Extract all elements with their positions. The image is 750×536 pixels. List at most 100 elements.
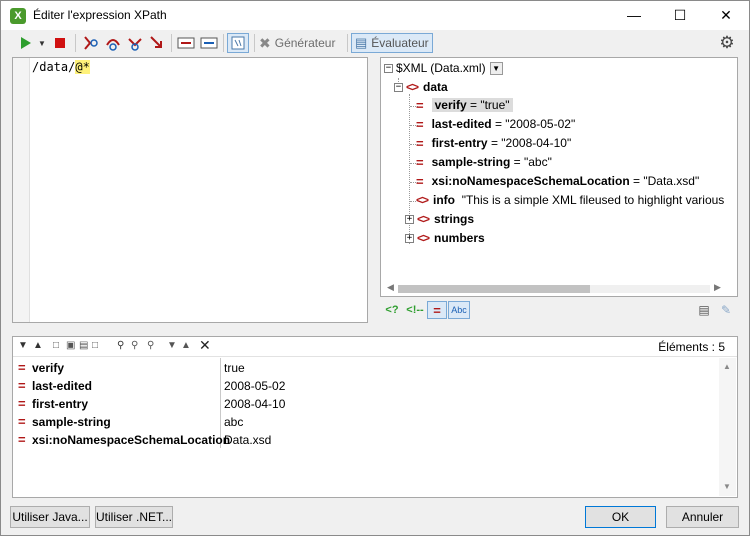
selected-attribute: verify = "true": [431, 98, 513, 112]
use-net-button[interactable]: Utiliser .NET...: [95, 506, 173, 528]
source-dropdown-icon[interactable]: ▼: [489, 61, 503, 75]
break-icon[interactable]: [147, 33, 167, 53]
expand-icon[interactable]: +: [405, 233, 414, 243]
element-name: info: [433, 193, 456, 207]
attribute-value: "2008-05-02": [505, 117, 576, 131]
tree-horizontal-scrollbar[interactable]: ◀ ▶: [384, 282, 724, 295]
processing-instruction-icon[interactable]: <?: [384, 301, 400, 319]
result-name: sample-string: [32, 415, 111, 429]
settings-gear-icon[interactable]: ⚙: [717, 33, 737, 53]
evaluator-label: Évaluateur: [371, 36, 429, 50]
tools-icon: ✖: [259, 34, 271, 51]
attribute-name: verify: [434, 98, 467, 112]
scroll-up-icon[interactable]: ▲: [723, 362, 731, 371]
window-title: Éditer l'expression XPath: [33, 8, 167, 22]
expand-all-icon[interactable]: ▲: [33, 340, 43, 351]
root-label: $XML (Data.xml): [396, 61, 486, 75]
copy-row-icon[interactable]: □: [53, 340, 59, 351]
result-row[interactable]: = sample-string abc: [13, 413, 713, 431]
tree-attribute-row[interactable]: = xsi:noNamespaceSchemaLocation = "Data.…: [416, 172, 699, 190]
attribute-icon: =: [416, 154, 424, 170]
generator-button[interactable]: ✖ Générateur: [259, 33, 343, 53]
element-name: strings: [434, 212, 475, 226]
tree-element-data[interactable]: − <> data: [394, 78, 448, 96]
tree-toolbar: <? <!-- = Abc ▤ ✎: [380, 299, 738, 321]
result-row[interactable]: = first-entry 2008-04-10: [13, 395, 713, 413]
result-value: Data.xsd: [224, 433, 272, 447]
result-row[interactable]: = xsi:noNamespaceSchemaLocation Data.xsd: [13, 431, 713, 449]
result-row[interactable]: = verify true: [13, 359, 713, 377]
evaluator-icon: ▤: [355, 35, 368, 50]
editor-gutter: [13, 58, 30, 322]
minimize-button[interactable]: —: [611, 1, 657, 30]
clear-results-icon[interactable]: ✕: [199, 337, 211, 354]
scroll-down-icon[interactable]: ▼: [723, 482, 731, 491]
tree-attribute-row[interactable]: = sample-string = "abc": [416, 153, 552, 171]
attribute-icon: =: [18, 432, 26, 447]
text-toggle-icon[interactable]: Abc: [448, 301, 470, 319]
find-next-icon[interactable]: ⚲: [147, 340, 154, 351]
attribute-icon: =: [18, 414, 26, 429]
copy-text-icon[interactable]: □: [92, 340, 98, 351]
prev-result-icon[interactable]: ▼: [167, 340, 177, 351]
tracepoint-icon[interactable]: [199, 33, 219, 53]
attribute-icon: =: [416, 116, 424, 132]
use-java-button[interactable]: Utiliser Java...: [10, 506, 90, 528]
xpath-mode-icon[interactable]: [227, 33, 249, 53]
results-vertical-scrollbar[interactable]: ▲ ▼: [719, 358, 736, 496]
copy-xml-icon[interactable]: ▤: [695, 301, 713, 319]
attribute-name: xsi:noNamespaceSchemaLocation: [431, 174, 630, 188]
attribute-icon: =: [416, 97, 424, 113]
xml-tree-view[interactable]: − $XML (Data.xml) ▼ − <> data = verify =…: [380, 57, 738, 297]
collapse-icon[interactable]: −: [384, 63, 393, 73]
collapse-all-icon[interactable]: ▼: [18, 340, 28, 351]
step-out-icon[interactable]: [125, 33, 145, 53]
find-prev-icon[interactable]: ⚲: [131, 340, 138, 351]
next-result-icon[interactable]: ▲: [181, 340, 191, 351]
result-row[interactable]: = last-edited 2008-05-02: [13, 377, 713, 395]
xpath-expression-editor[interactable]: /data/@*: [12, 57, 368, 323]
result-name: last-edited: [32, 379, 93, 393]
comment-icon[interactable]: <!--: [405, 301, 425, 319]
ok-button[interactable]: OK: [585, 506, 656, 528]
attribute-value: "true": [480, 98, 510, 112]
expression-line[interactable]: /data/@*: [32, 60, 90, 74]
tree-attribute-row[interactable]: = last-edited = "2008-05-02": [416, 115, 575, 133]
copy-columns-icon[interactable]: ▤: [79, 340, 88, 351]
xpath-dialog: X Éditer l'expression XPath — ☐ ✕ ▼ ✖ Gé…: [0, 0, 750, 536]
run-icon[interactable]: [17, 33, 35, 53]
attributes-toggle-icon[interactable]: =: [427, 301, 447, 319]
element-icon: <>: [416, 193, 429, 207]
tree-element-strings[interactable]: + <> strings: [405, 210, 474, 228]
tree-element-info[interactable]: <> info "This is a simple XML fileused t…: [416, 191, 724, 209]
attribute-icon: =: [18, 378, 26, 393]
app-icon: X: [10, 8, 26, 24]
tree-attribute-row[interactable]: = verify = "true": [416, 96, 513, 114]
stop-icon[interactable]: [52, 33, 68, 53]
result-name: verify: [32, 361, 65, 375]
element-icon: <>: [417, 212, 430, 226]
find-icon[interactable]: ⚲: [117, 340, 124, 351]
step-over-icon[interactable]: [103, 33, 123, 53]
breakpoint-icon[interactable]: [176, 33, 196, 53]
step-into-icon[interactable]: [80, 33, 100, 53]
tree-attribute-row[interactable]: = first-entry = "2008-04-10": [416, 134, 571, 152]
run-dropdown-icon[interactable]: ▼: [37, 33, 47, 53]
result-value: 2008-05-02: [224, 379, 286, 393]
copy-all-icon[interactable]: ▣: [66, 340, 75, 351]
scroll-left-icon[interactable]: ◀: [387, 282, 394, 293]
maximize-button[interactable]: ☐: [657, 1, 703, 30]
close-button[interactable]: ✕: [703, 1, 749, 30]
cancel-button[interactable]: Annuler: [666, 506, 739, 528]
scroll-right-icon[interactable]: ▶: [714, 282, 721, 293]
tree-element-numbers[interactable]: + <> numbers: [405, 229, 485, 247]
element-name: data: [423, 80, 448, 94]
collapse-icon[interactable]: −: [394, 82, 403, 92]
evaluator-button[interactable]: ▤ Évaluateur: [351, 33, 433, 53]
tree-root-row[interactable]: − $XML (Data.xml) ▼: [384, 59, 503, 77]
attribute-value: "2008-04-10": [501, 136, 572, 150]
expand-icon[interactable]: +: [405, 214, 414, 224]
result-name: xsi:noNamespaceSchemaLocation: [32, 433, 231, 447]
edit-xml-icon[interactable]: ✎: [717, 301, 735, 319]
scroll-thumb[interactable]: [398, 285, 590, 293]
